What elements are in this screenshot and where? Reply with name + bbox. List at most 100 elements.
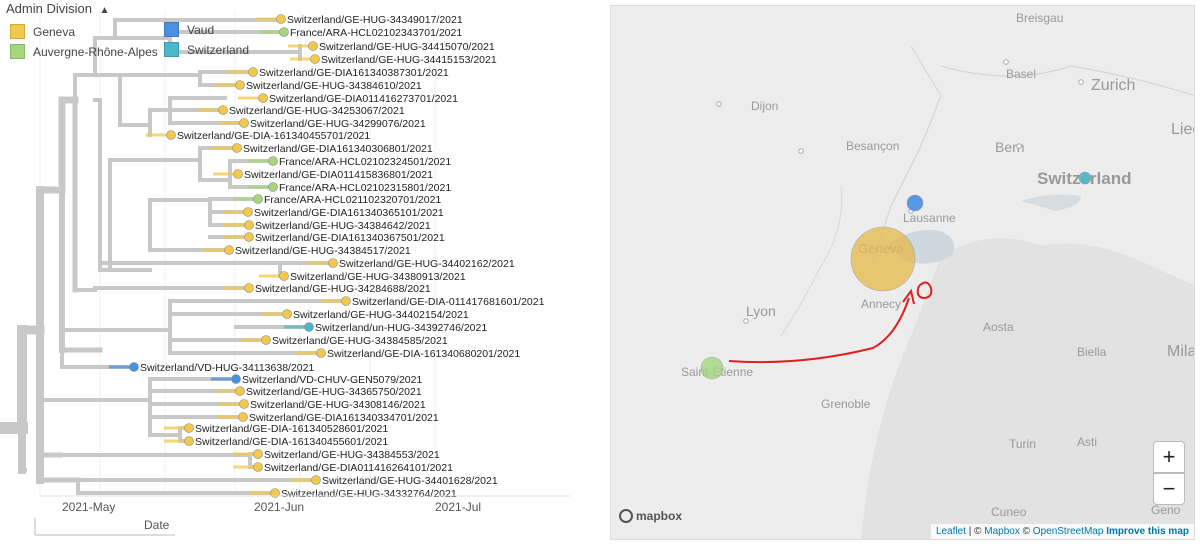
map-place-label: Annecy — [861, 297, 901, 311]
mapbox-logo-text: mapbox — [636, 509, 683, 523]
axis-tick-jul: 2021-Jul — [435, 500, 482, 514]
tip-node[interactable] — [341, 296, 351, 306]
map-place-label: Mila — [1167, 343, 1195, 360]
legend-item-geneva[interactable]: Geneva — [10, 24, 75, 39]
zoom-in-button[interactable]: + — [1153, 441, 1185, 473]
tip-node[interactable] — [239, 399, 249, 409]
tip-label: France/ARA-HCL02102324501/2021 — [279, 156, 451, 168]
tip-node[interactable] — [282, 309, 292, 319]
legend-swatch — [164, 22, 179, 37]
map-panel[interactable]: BreisgauBaselZurichLiecDijonBesançonBern… — [610, 5, 1195, 540]
tip-node[interactable] — [258, 93, 268, 103]
tip-node[interactable] — [235, 80, 245, 90]
legend-swatch — [10, 44, 25, 59]
tip-node[interactable] — [233, 169, 243, 179]
tip-node[interactable] — [244, 283, 254, 293]
map-place-label: Turin — [1009, 437, 1036, 451]
tip-node[interactable] — [224, 245, 234, 255]
tip-node[interactable] — [308, 41, 318, 51]
tip-node[interactable] — [232, 143, 242, 153]
legend-label: Auvergne-Rhône-Alpes — [33, 44, 158, 59]
tip-label: Switzerland/GE-HUG-34415153/2021 — [321, 54, 497, 66]
tip-node[interactable] — [261, 335, 271, 345]
zoom-out-button[interactable]: − — [1153, 473, 1185, 505]
improve-map-link[interactable]: Improve this map — [1106, 526, 1189, 537]
tip-label: Switzerland/GE-DIA-161340528601/2021 — [195, 423, 388, 435]
axis-tick-may: 2021-May — [62, 500, 116, 514]
tip-node[interactable] — [279, 271, 289, 281]
tip-node[interactable] — [268, 156, 278, 166]
mapbox-icon — [619, 509, 633, 523]
legend-item-auvergne-rhone-alpes[interactable]: Auvergne-Rhône-Alpes — [10, 44, 158, 59]
tip-label: Switzerland/GE-DIA011415836801/2021 — [244, 169, 433, 181]
tip-label: Switzerland/GE-DIA-011417681601/2021 — [352, 296, 545, 308]
legend-item-switzerland[interactable]: Switzerland — [164, 42, 249, 57]
tip-node[interactable] — [243, 207, 253, 217]
tip-node[interactable] — [248, 67, 258, 77]
city-dot — [798, 148, 804, 154]
tip-label: Switzerland/GE-HUG-34332764/2021 — [281, 488, 457, 500]
tip-node[interactable] — [311, 475, 321, 485]
tip-node[interactable] — [316, 348, 326, 358]
tip-node[interactable] — [166, 130, 176, 140]
tip-node[interactable] — [239, 118, 249, 128]
tip-node[interactable] — [184, 436, 194, 446]
tip-node[interactable] — [253, 194, 263, 204]
tip-node[interactable] — [129, 362, 139, 372]
map-location-bubble[interactable] — [906, 194, 924, 212]
mapbox-logo[interactable]: mapbox — [619, 509, 682, 523]
tip-label: Switzerland/GE-HUG-34308146/2021 — [250, 399, 426, 411]
attribution-sep: | © — [965, 526, 985, 537]
tip-label: Switzerland/GE-DIA011416273701/2021 — [269, 93, 458, 105]
tip-node[interactable] — [268, 182, 278, 192]
tip-node[interactable] — [279, 27, 289, 37]
tip-node[interactable] — [310, 54, 320, 64]
map-location-bubble[interactable] — [700, 356, 724, 380]
chevron-up-icon[interactable]: ▲ — [100, 5, 110, 16]
osm-link[interactable]: OpenStreetMap — [1033, 526, 1104, 537]
map-place-label: Dijon — [751, 99, 778, 113]
mapbox-link[interactable]: Mapbox — [984, 526, 1020, 537]
tip-label: Switzerland/GE-HUG-34384553/2021 — [264, 449, 440, 461]
attribution-sep: © — [1019, 526, 1033, 537]
legend-swatch — [10, 24, 25, 39]
city-dot — [743, 318, 749, 324]
tip-label: Switzerland/GE-DIA161340365101/2021 — [254, 207, 444, 219]
tip-node[interactable] — [184, 423, 194, 433]
tip-label: Switzerland/GE-HUG-34284688/2021 — [255, 283, 431, 295]
map-attribution: Leaflet | © Mapbox © OpenStreetMap Impro… — [930, 524, 1194, 539]
tip-node[interactable] — [304, 322, 314, 332]
tip-node[interactable] — [231, 374, 241, 384]
city-dot — [716, 101, 722, 107]
tip-node[interactable] — [218, 105, 228, 115]
tip-label: France/ARA-HCL02102343701/2021 — [290, 27, 462, 39]
axis-tick-jun: 2021-Jun — [254, 500, 305, 514]
tip-node[interactable] — [253, 449, 263, 459]
tip-label: Switzerland/GE-DIA161340387301/2021 — [259, 67, 449, 79]
map-location-bubble[interactable] — [850, 226, 916, 292]
tip-node[interactable] — [328, 258, 338, 268]
tip-label: Switzerland/GE-HUG-34299076/2021 — [250, 118, 426, 130]
map-location-bubble[interactable] — [1078, 171, 1092, 185]
legend-header[interactable]: Admin Division ▲ — [6, 1, 110, 16]
tip-node[interactable] — [253, 462, 263, 472]
tip-node[interactable] — [244, 220, 254, 230]
leaflet-link[interactable]: Leaflet — [936, 526, 966, 537]
tip-node[interactable] — [244, 232, 254, 242]
legend-title: Admin Division — [6, 1, 92, 16]
tip-node[interactable] — [238, 412, 248, 422]
map-place-label: Grenoble — [821, 397, 871, 411]
tip-label: Switzerland/VD-HUG-34113638/2021 — [140, 362, 314, 374]
map-place-label: Liec — [1171, 121, 1195, 138]
legend-item-vaud[interactable]: Vaud — [164, 22, 214, 37]
legend-label: Vaud — [187, 22, 215, 37]
tip-label: Switzerland/GE-HUG-34401628/2021 — [322, 475, 498, 487]
map-place-label: Zurich — [1091, 77, 1135, 94]
map-canvas[interactable]: BreisgauBaselZurichLiecDijonBesançonBern… — [611, 6, 1195, 540]
tip-node[interactable] — [235, 386, 245, 396]
tip-label: Switzerland/GE-HUG-34384585/2021 — [272, 335, 448, 347]
tip-label: Switzerland/un-HUG-34392746/2021 — [315, 322, 487, 334]
tip-node[interactable] — [276, 14, 286, 24]
map-place-label: Besançon — [846, 139, 899, 153]
tip-label: Switzerland/GE-DIA161340367501/2021 — [255, 232, 445, 244]
